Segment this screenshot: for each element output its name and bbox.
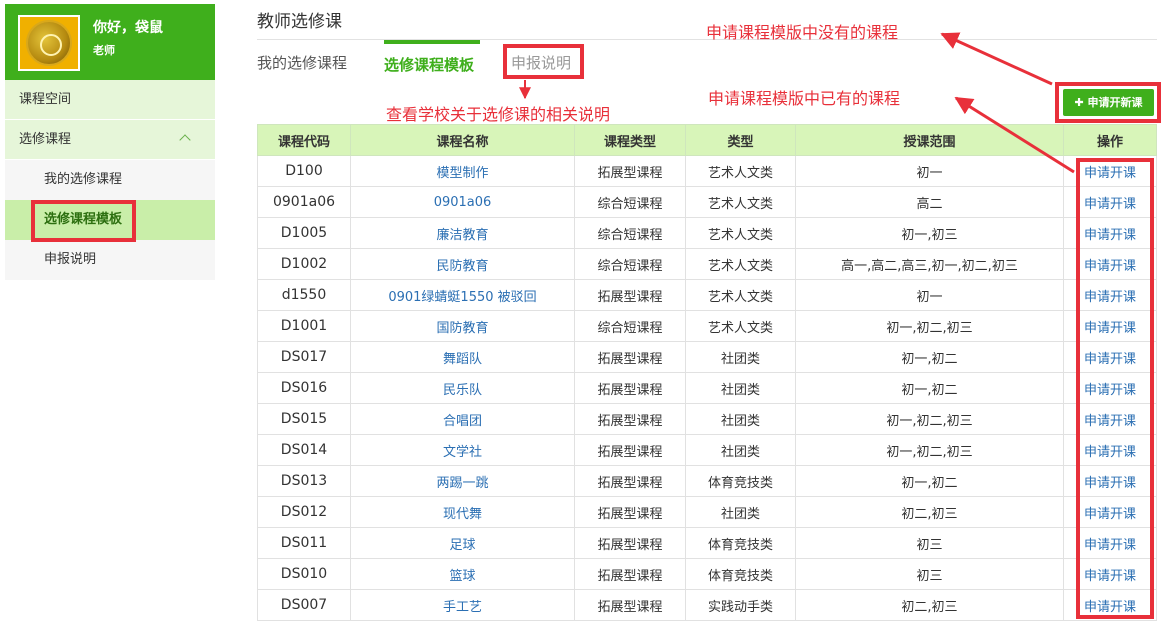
arrow-icon xyxy=(954,96,1075,174)
arrow-icon xyxy=(940,32,1053,86)
annotation-arrows xyxy=(519,32,1075,174)
